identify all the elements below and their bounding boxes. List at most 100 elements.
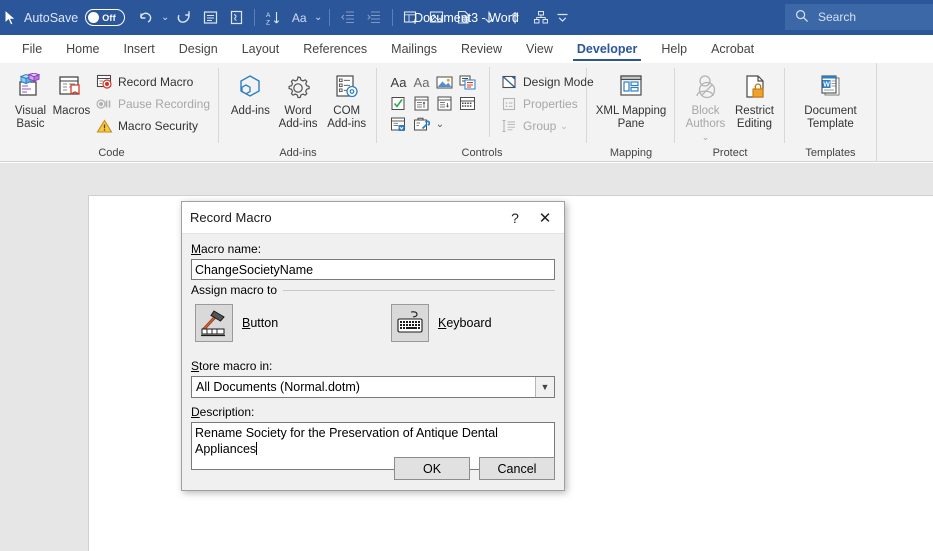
customize-qat-icon[interactable] [554, 3, 570, 33]
control-properties-icon[interactable] [410, 114, 433, 135]
qat-divider-3 [392, 9, 393, 26]
search-placeholder: Search [818, 10, 856, 24]
gear-icon [283, 71, 313, 105]
design-mode-icon [500, 75, 519, 90]
record-macro-label: Record Macro [118, 75, 193, 89]
tab-file[interactable]: File [10, 36, 54, 62]
tab-layout[interactable]: Layout [230, 36, 292, 62]
down-arrow-icon[interactable] [476, 3, 502, 33]
title-bar: AutoSave Off ⌄ AZ Aa ⌄ [0, 0, 933, 35]
tab-design[interactable]: Design [167, 36, 230, 62]
assign-button-label: Button [242, 316, 278, 330]
autosave-label: AutoSave [24, 11, 78, 25]
assign-keyboard-icon-frame[interactable] [391, 304, 429, 342]
ribbon-group-templates: W Document Template Templates [785, 63, 877, 161]
building-block-gallery-icon[interactable] [456, 72, 479, 93]
macros-label: Macros [53, 105, 91, 118]
ribbon-group-protect: Block Authors ⌄ Restrict Editing Protect [675, 63, 785, 161]
visual-basic-button[interactable]: Visual Basic [10, 67, 51, 131]
xml-mapping-pane-button[interactable]: XML Mapping Pane [593, 67, 669, 131]
tab-home[interactable]: Home [54, 36, 111, 62]
picture-control-icon[interactable] [433, 72, 456, 93]
com-addins-button[interactable]: COM Add-ins [322, 67, 371, 131]
tab-review[interactable]: Review [449, 36, 514, 62]
plain-text-control-icon[interactable]: Aa [410, 72, 433, 93]
combo-box-control-icon[interactable] [410, 93, 433, 114]
group-label-addins: Add-ins [225, 145, 371, 161]
macro-name-label-mnemonic: M [191, 242, 201, 256]
svg-text:W: W [823, 82, 830, 89]
assign-to-keyboard-option[interactable]: Keyboard [391, 304, 492, 342]
search-box[interactable]: Search [785, 4, 933, 30]
group-label-code: Code [10, 145, 213, 161]
cancel-button[interactable]: Cancel [479, 457, 555, 480]
word-addins-button[interactable]: Word Add-ins [274, 67, 323, 131]
read-aloud-icon[interactable] [223, 3, 249, 33]
record-macro-icon [95, 74, 114, 90]
rich-text-control-icon[interactable]: Aa [387, 72, 410, 93]
macro-security-button[interactable]: Macro Security [92, 115, 213, 137]
tab-insert[interactable]: Insert [112, 36, 167, 62]
font-dropdown-icon[interactable]: ⌄ [312, 3, 324, 33]
redo-icon[interactable] [171, 3, 197, 33]
ok-button[interactable]: OK [394, 457, 470, 480]
macros-button[interactable]: Macros [51, 67, 92, 118]
help-icon[interactable]: ? [500, 203, 530, 233]
controls-dropdown-icon[interactable]: ⌄ [433, 114, 447, 135]
close-icon[interactable]: ✕ [530, 203, 560, 233]
xml-mapping-pane-icon [616, 71, 646, 105]
addins-label: Add-ins [231, 105, 270, 118]
assign-keyboard-label: Keyboard [438, 316, 492, 330]
assign-button-icon-frame[interactable] [195, 304, 233, 342]
store-macro-select[interactable]: All Documents (Normal.dotm) ▼ [191, 376, 555, 398]
store-macro-rest: tore macro in: [199, 359, 272, 373]
legacy-tools-icon[interactable] [387, 114, 410, 135]
autosave-state-label: Off [102, 13, 116, 23]
design-mode-button[interactable]: Design Mode [497, 71, 597, 93]
restrict-editing-icon [740, 71, 770, 105]
com-addins-label: COM Add-ins [322, 105, 371, 131]
store-macro-label: Store macro in: [191, 359, 555, 373]
addins-button[interactable]: Add-ins [227, 67, 274, 118]
record-macro-button[interactable]: Record Macro [92, 71, 213, 93]
group-dropdown-icon[interactable]: ⌄ [560, 121, 568, 132]
restrict-editing-button[interactable]: Restrict Editing [730, 67, 779, 131]
smartart-icon[interactable] [528, 3, 554, 33]
insert-table-icon[interactable] [398, 3, 424, 33]
date-picker-control-icon[interactable] [456, 93, 479, 114]
tab-mailings[interactable]: Mailings [379, 36, 449, 62]
sort-az-icon[interactable]: AZ [260, 3, 286, 33]
undo-icon[interactable] [133, 3, 159, 33]
tab-developer[interactable]: Developer [565, 36, 649, 62]
group-button: Group ⌄ [497, 115, 597, 137]
dialog-title-bar[interactable]: Record Macro ? ✕ [182, 202, 564, 234]
tab-acrobat[interactable]: Acrobat [699, 36, 766, 62]
description-mnemonic: D [191, 405, 200, 419]
tab-references[interactable]: References [291, 36, 379, 62]
macro-name-label-rest: acro name: [201, 242, 261, 256]
autosave-toggle[interactable]: Off [85, 9, 125, 26]
ribbon: Visual Basic Macros [0, 63, 933, 162]
font-icon[interactable]: Aa [286, 3, 312, 33]
chevron-down-icon[interactable]: ▼ [535, 377, 554, 397]
undo-dropdown-icon[interactable]: ⌄ [159, 3, 171, 33]
ribbon-group-mapping: XML Mapping Pane Mapping [587, 63, 675, 161]
macro-name-value: ChangeSocietyName [195, 263, 313, 277]
up-arrow-icon[interactable] [502, 3, 528, 33]
tab-view[interactable]: View [514, 36, 565, 62]
new-comment-icon[interactable] [197, 3, 223, 33]
insert-link-icon[interactable] [450, 3, 476, 33]
checkbox-control-icon[interactable] [387, 93, 410, 114]
tab-help[interactable]: Help [649, 36, 699, 62]
ribbon-group-addins: Add-ins Word Add-ins [219, 63, 377, 161]
dropdown-list-control-icon[interactable] [433, 93, 456, 114]
block-authors-label: Block Authors [681, 105, 730, 131]
assign-options-row: Button [195, 304, 551, 342]
group-label-templates: Templates [791, 145, 870, 161]
macro-name-input[interactable]: ChangeSocietyName [191, 259, 555, 280]
addins-icon [235, 71, 265, 105]
insert-picture-icon[interactable] [424, 3, 450, 33]
properties-icon [500, 97, 519, 111]
document-template-button[interactable]: W Document Template [791, 67, 870, 131]
assign-to-button-option[interactable]: Button [195, 304, 391, 342]
